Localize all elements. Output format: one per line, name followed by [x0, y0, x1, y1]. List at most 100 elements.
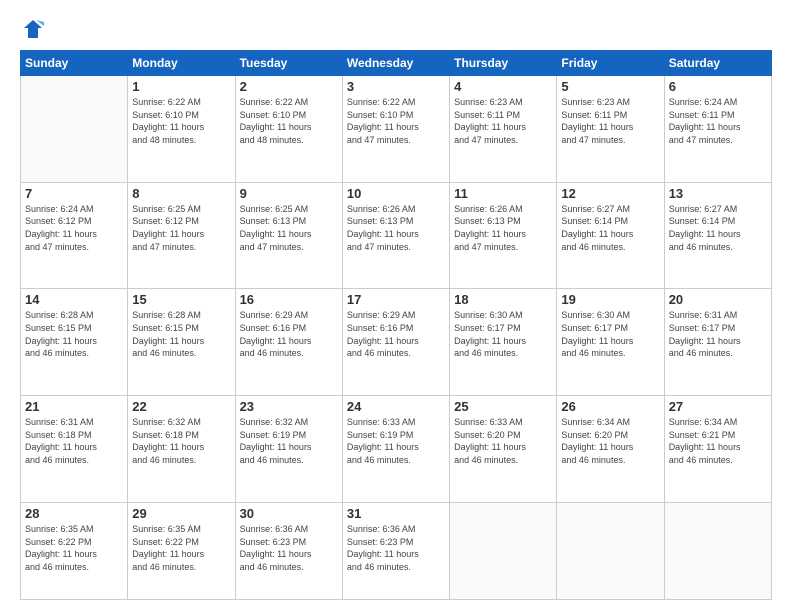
calendar-cell: 1 Sunrise: 6:22 AM Sunset: 6:10 PM Daylig…: [128, 76, 235, 183]
cell-info: Sunrise: 6:25 AM Sunset: 6:13 PM Dayligh…: [240, 203, 338, 253]
day-number: 27: [669, 399, 767, 414]
week-row-1: 7 Sunrise: 6:24 AM Sunset: 6:12 PM Daylig…: [21, 182, 772, 289]
calendar-cell: 14Sunrise: 6:28 AM Sunset: 6:15 PM Dayli…: [21, 289, 128, 396]
weekday-header-saturday: Saturday: [664, 51, 771, 76]
calendar-cell: 31 Sunrise: 6:36 AM Sunset: 6:23 PM Dayli…: [342, 502, 449, 599]
day-number: 28: [25, 506, 123, 521]
day-number: 7: [25, 186, 123, 201]
calendar-cell: 25 Sunrise: 6:33 AM Sunset: 6:20 PM Dayli…: [450, 396, 557, 503]
day-number: 25: [454, 399, 552, 414]
calendar-cell: [450, 502, 557, 599]
day-number: 22: [132, 399, 230, 414]
calendar-cell: 29Sunrise: 6:35 AM Sunset: 6:22 PM Dayli…: [128, 502, 235, 599]
cell-info: Sunrise: 6:23 AM Sunset: 6:11 PM Dayligh…: [454, 96, 552, 146]
logo: [20, 18, 44, 40]
weekday-header-tuesday: Tuesday: [235, 51, 342, 76]
day-number: 18: [454, 292, 552, 307]
calendar-cell: [664, 502, 771, 599]
day-number: 23: [240, 399, 338, 414]
day-number: 21: [25, 399, 123, 414]
week-row-4: 28 Sunrise: 6:35 AM Sunset: 6:22 PM Dayli…: [21, 502, 772, 599]
cell-info: Sunrise: 6:28 AM Sunset: 6:15 PM Dayligh…: [132, 309, 230, 359]
cell-info: Sunrise: 6:36 AM Sunset: 6:23 PM Dayligh…: [347, 523, 445, 573]
day-number: 9: [240, 186, 338, 201]
day-number: 10: [347, 186, 445, 201]
calendar-cell: 6Sunrise: 6:24 AM Sunset: 6:11 PM Daylig…: [664, 76, 771, 183]
cell-info: Sunrise: 6:25 AM Sunset: 6:12 PM Dayligh…: [132, 203, 230, 253]
cell-info: Sunrise: 6:34 AM Sunset: 6:20 PM Dayligh…: [561, 416, 659, 466]
calendar-cell: 19Sunrise: 6:30 AM Sunset: 6:17 PM Dayli…: [557, 289, 664, 396]
calendar-cell: 26 Sunrise: 6:34 AM Sunset: 6:20 PM Dayli…: [557, 396, 664, 503]
cell-info: Sunrise: 6:24 AM Sunset: 6:12 PM Dayligh…: [25, 203, 123, 253]
cell-info: Sunrise: 6:28 AM Sunset: 6:15 PM Dayligh…: [25, 309, 123, 359]
calendar-cell: 18 Sunrise: 6:30 AM Sunset: 6:17 PM Dayli…: [450, 289, 557, 396]
calendar-cell: 11 Sunrise: 6:26 AM Sunset: 6:13 PM Dayli…: [450, 182, 557, 289]
weekday-header-monday: Monday: [128, 51, 235, 76]
week-row-3: 21 Sunrise: 6:31 AM Sunset: 6:18 PM Dayli…: [21, 396, 772, 503]
calendar-cell: [557, 502, 664, 599]
calendar-cell: 13 Sunrise: 6:27 AM Sunset: 6:14 PM Dayli…: [664, 182, 771, 289]
calendar-cell: 21 Sunrise: 6:31 AM Sunset: 6:18 PM Dayli…: [21, 396, 128, 503]
page: SundayMondayTuesdayWednesdayThursdayFrid…: [0, 0, 792, 612]
weekday-header-wednesday: Wednesday: [342, 51, 449, 76]
calendar-cell: 27 Sunrise: 6:34 AM Sunset: 6:21 PM Dayli…: [664, 396, 771, 503]
weekday-header-thursday: Thursday: [450, 51, 557, 76]
week-row-0: 1 Sunrise: 6:22 AM Sunset: 6:10 PM Daylig…: [21, 76, 772, 183]
day-number: 29: [132, 506, 230, 521]
calendar-cell: [21, 76, 128, 183]
cell-info: Sunrise: 6:33 AM Sunset: 6:19 PM Dayligh…: [347, 416, 445, 466]
calendar-cell: 8 Sunrise: 6:25 AM Sunset: 6:12 PM Daylig…: [128, 182, 235, 289]
cell-info: Sunrise: 6:31 AM Sunset: 6:18 PM Dayligh…: [25, 416, 123, 466]
day-number: 3: [347, 79, 445, 94]
calendar-table: SundayMondayTuesdayWednesdayThursdayFrid…: [20, 50, 772, 600]
week-row-2: 14Sunrise: 6:28 AM Sunset: 6:15 PM Dayli…: [21, 289, 772, 396]
calendar-cell: 22 Sunrise: 6:32 AM Sunset: 6:18 PM Dayli…: [128, 396, 235, 503]
cell-info: Sunrise: 6:30 AM Sunset: 6:17 PM Dayligh…: [561, 309, 659, 359]
day-number: 13: [669, 186, 767, 201]
day-number: 11: [454, 186, 552, 201]
weekday-header-row: SundayMondayTuesdayWednesdayThursdayFrid…: [21, 51, 772, 76]
day-number: 1: [132, 79, 230, 94]
cell-info: Sunrise: 6:30 AM Sunset: 6:17 PM Dayligh…: [454, 309, 552, 359]
cell-info: Sunrise: 6:33 AM Sunset: 6:20 PM Dayligh…: [454, 416, 552, 466]
calendar-cell: 15Sunrise: 6:28 AM Sunset: 6:15 PM Dayli…: [128, 289, 235, 396]
cell-info: Sunrise: 6:22 AM Sunset: 6:10 PM Dayligh…: [132, 96, 230, 146]
day-number: 30: [240, 506, 338, 521]
calendar-cell: 10Sunrise: 6:26 AM Sunset: 6:13 PM Dayli…: [342, 182, 449, 289]
day-number: 4: [454, 79, 552, 94]
cell-info: Sunrise: 6:23 AM Sunset: 6:11 PM Dayligh…: [561, 96, 659, 146]
cell-info: Sunrise: 6:32 AM Sunset: 6:19 PM Dayligh…: [240, 416, 338, 466]
header: [20, 18, 772, 40]
day-number: 17: [347, 292, 445, 307]
calendar-cell: 20 Sunrise: 6:31 AM Sunset: 6:17 PM Dayli…: [664, 289, 771, 396]
day-number: 8: [132, 186, 230, 201]
cell-info: Sunrise: 6:22 AM Sunset: 6:10 PM Dayligh…: [347, 96, 445, 146]
day-number: 26: [561, 399, 659, 414]
logo-icon: [22, 18, 44, 40]
weekday-header-sunday: Sunday: [21, 51, 128, 76]
day-number: 20: [669, 292, 767, 307]
day-number: 5: [561, 79, 659, 94]
cell-info: Sunrise: 6:22 AM Sunset: 6:10 PM Dayligh…: [240, 96, 338, 146]
cell-info: Sunrise: 6:31 AM Sunset: 6:17 PM Dayligh…: [669, 309, 767, 359]
day-number: 31: [347, 506, 445, 521]
calendar-cell: 23 Sunrise: 6:32 AM Sunset: 6:19 PM Dayli…: [235, 396, 342, 503]
calendar-cell: 7 Sunrise: 6:24 AM Sunset: 6:12 PM Daylig…: [21, 182, 128, 289]
day-number: 12: [561, 186, 659, 201]
cell-info: Sunrise: 6:24 AM Sunset: 6:11 PM Dayligh…: [669, 96, 767, 146]
calendar-cell: 5 Sunrise: 6:23 AM Sunset: 6:11 PM Daylig…: [557, 76, 664, 183]
calendar-cell: 17Sunrise: 6:29 AM Sunset: 6:16 PM Dayli…: [342, 289, 449, 396]
cell-info: Sunrise: 6:34 AM Sunset: 6:21 PM Dayligh…: [669, 416, 767, 466]
calendar-cell: 9 Sunrise: 6:25 AM Sunset: 6:13 PM Daylig…: [235, 182, 342, 289]
day-number: 16: [240, 292, 338, 307]
calendar-cell: 12 Sunrise: 6:27 AM Sunset: 6:14 PM Dayli…: [557, 182, 664, 289]
calendar-cell: 28 Sunrise: 6:35 AM Sunset: 6:22 PM Dayli…: [21, 502, 128, 599]
calendar-cell: 24Sunrise: 6:33 AM Sunset: 6:19 PM Dayli…: [342, 396, 449, 503]
cell-info: Sunrise: 6:26 AM Sunset: 6:13 PM Dayligh…: [454, 203, 552, 253]
weekday-header-friday: Friday: [557, 51, 664, 76]
cell-info: Sunrise: 6:27 AM Sunset: 6:14 PM Dayligh…: [669, 203, 767, 253]
cell-info: Sunrise: 6:27 AM Sunset: 6:14 PM Dayligh…: [561, 203, 659, 253]
calendar-cell: 3 Sunrise: 6:22 AM Sunset: 6:10 PM Daylig…: [342, 76, 449, 183]
cell-info: Sunrise: 6:32 AM Sunset: 6:18 PM Dayligh…: [132, 416, 230, 466]
cell-info: Sunrise: 6:35 AM Sunset: 6:22 PM Dayligh…: [25, 523, 123, 573]
